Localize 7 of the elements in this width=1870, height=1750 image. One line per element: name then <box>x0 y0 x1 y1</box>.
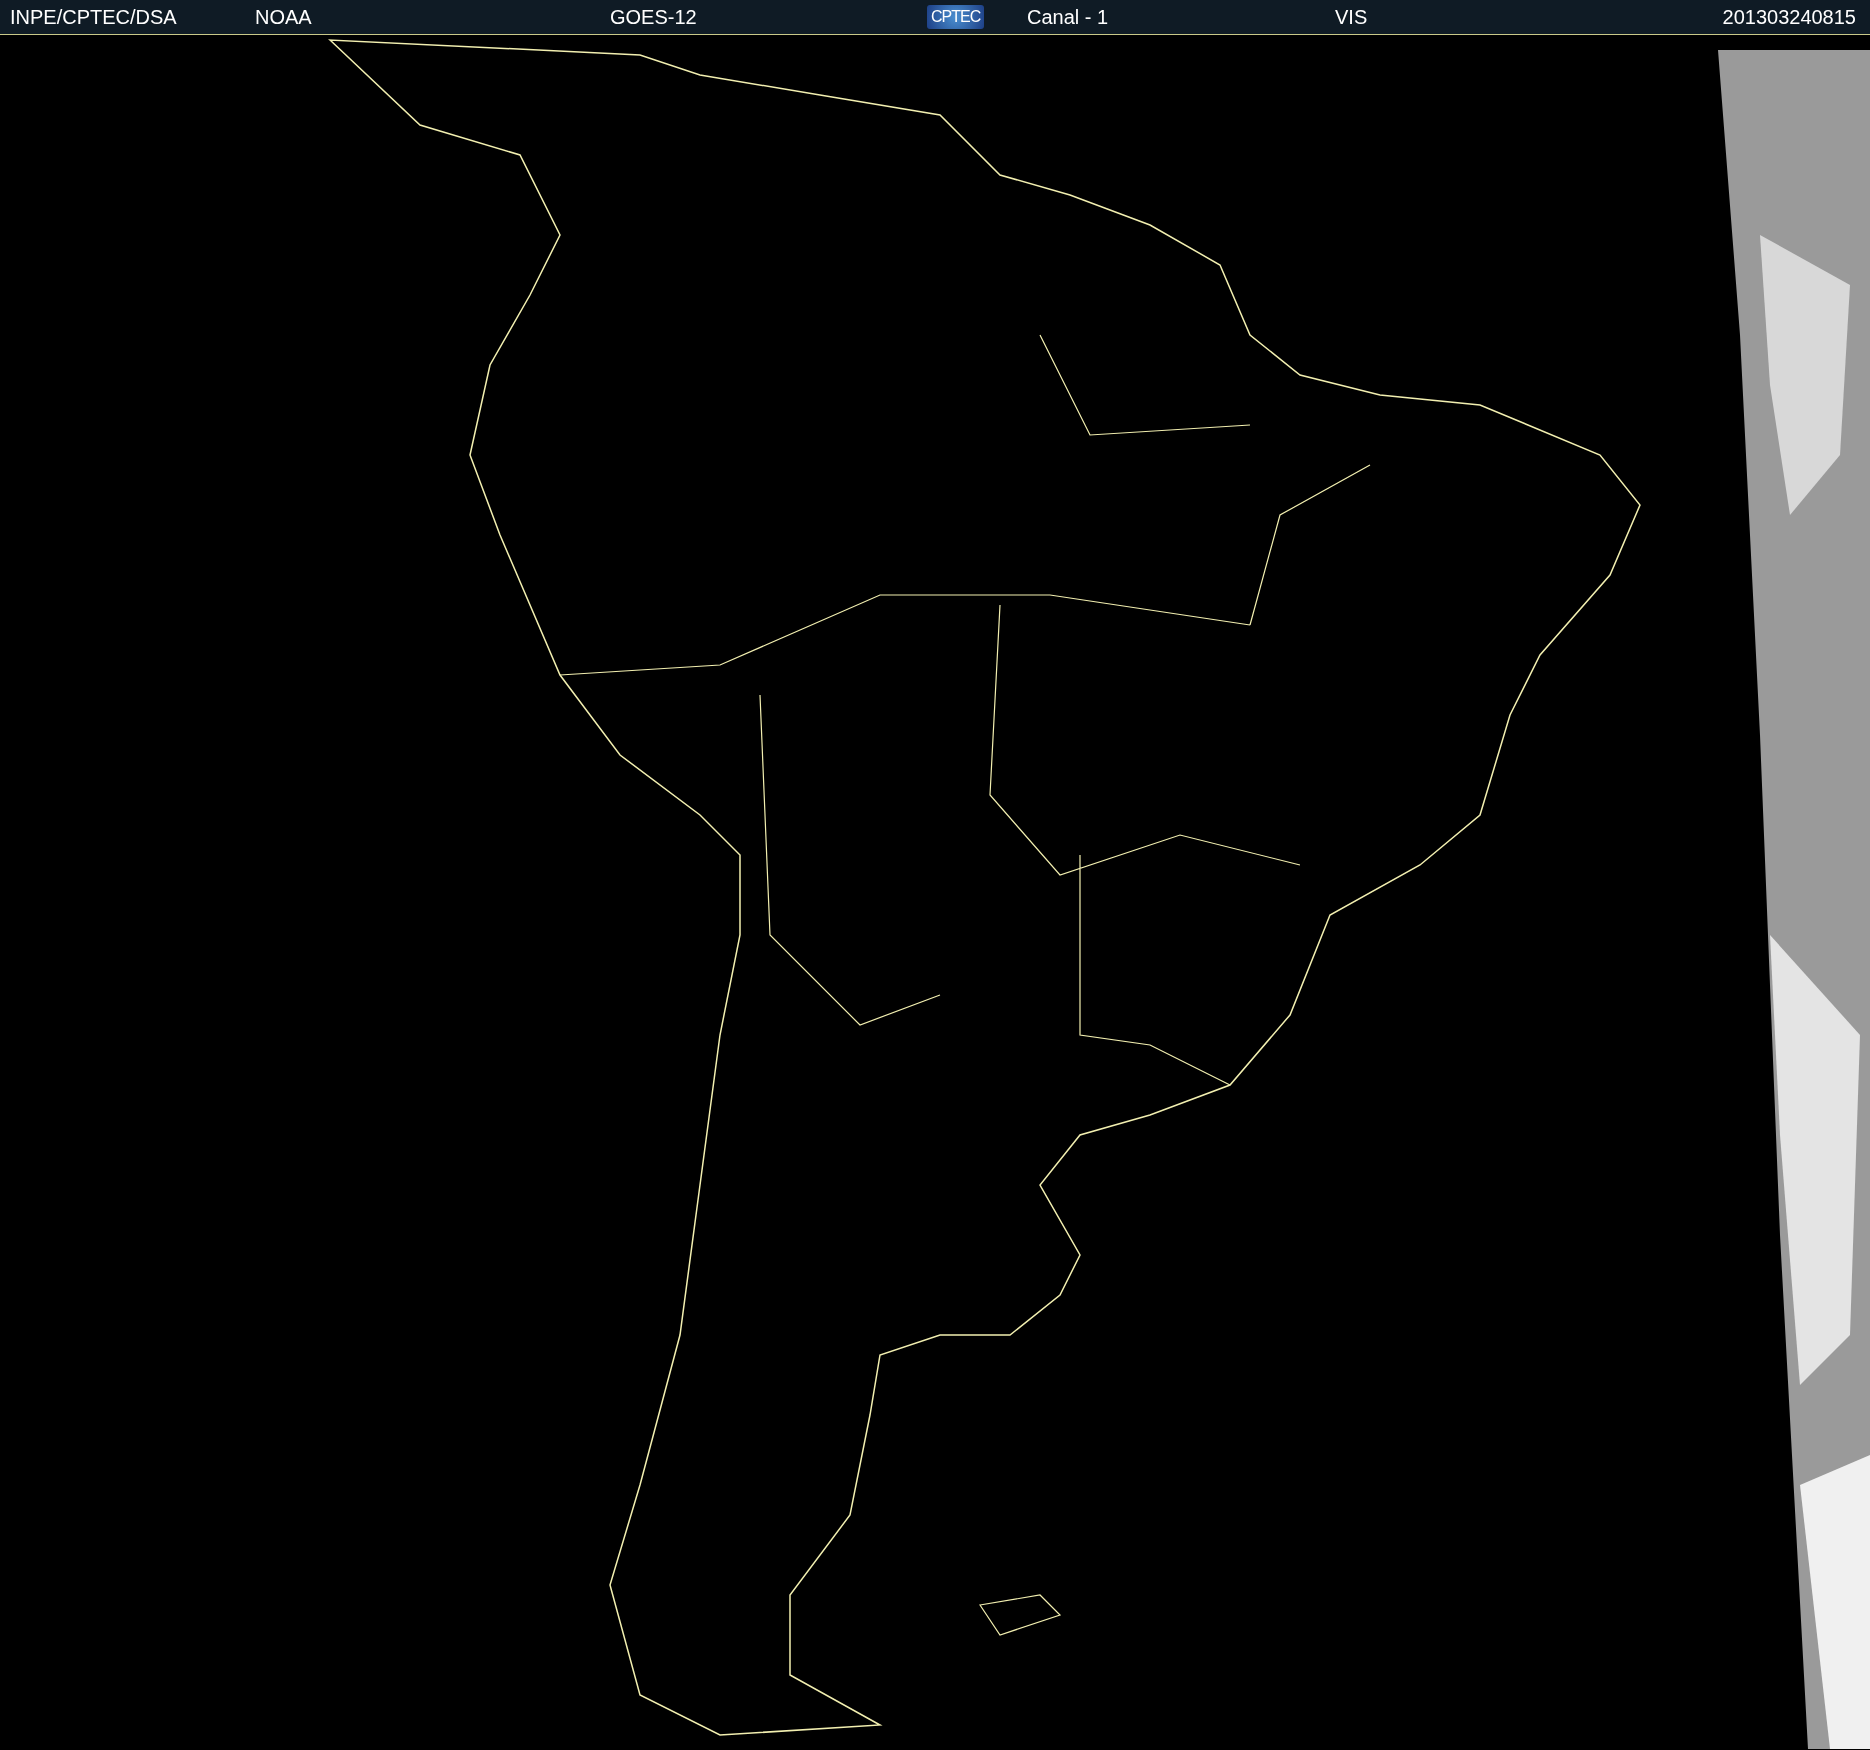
header-label: 201303240815 <box>1722 5 1857 29</box>
header-label: VIS <box>1335 5 1368 29</box>
header-label: NOAA <box>255 5 312 29</box>
header-label: GOES-12 <box>610 5 697 29</box>
logo: CPTEC <box>927 5 985 29</box>
header-label: Canal - 1 <box>1027 5 1109 29</box>
header-label: INPE/CPTEC/DSA <box>10 5 177 29</box>
